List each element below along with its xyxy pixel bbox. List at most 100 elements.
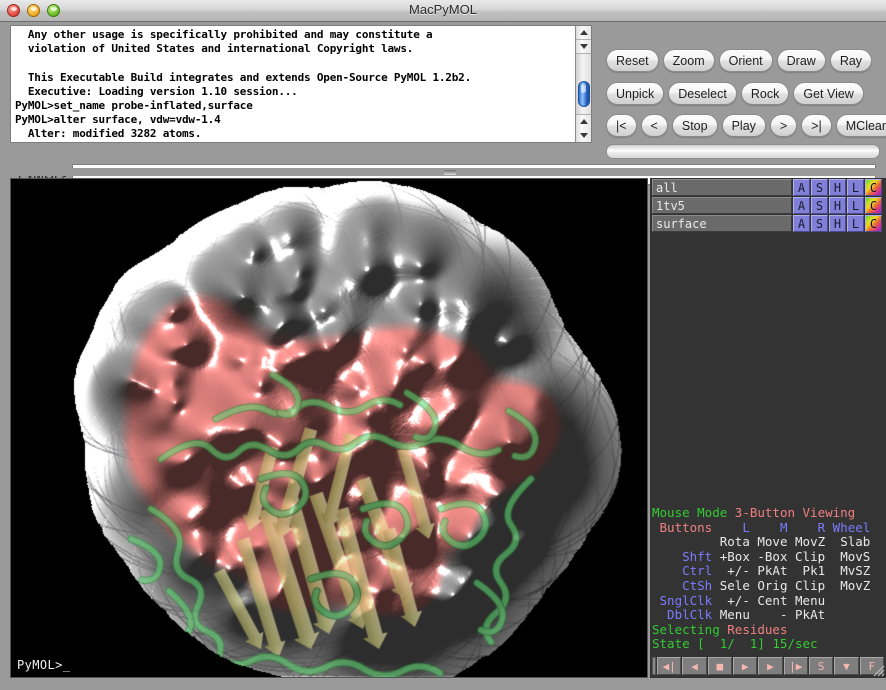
mouse-mode-row: DblClk Menu - PkAt — [652, 608, 884, 623]
splitter-grip-icon[interactable] — [444, 170, 456, 175]
object-action-h[interactable]: H — [829, 215, 846, 232]
object-name[interactable]: 1tv5 — [652, 197, 792, 214]
object-action-a[interactable]: A — [793, 197, 810, 214]
mouse-mode-row: CtSh Sele Orig Clip MovZ — [652, 579, 884, 594]
action-cell: -Box — [750, 549, 788, 564]
selecting-value: Residues — [727, 622, 787, 637]
scroll-down-icon[interactable] — [576, 40, 591, 54]
playback-forward-to-end[interactable]: |▶ — [784, 657, 808, 675]
console-panel: Any other usage is specifically prohibit… — [10, 25, 592, 143]
action-cell: MvSZ — [825, 563, 870, 578]
molecular-viewport[interactable]: PyMOL>_ — [10, 178, 648, 678]
action-cell: +/- — [712, 563, 750, 578]
object-row[interactable]: 1tv5ASHLC — [652, 197, 882, 214]
object-action-h[interactable]: H — [829, 197, 846, 214]
object-name[interactable]: all — [652, 179, 792, 196]
button-ray[interactable]: Ray — [830, 49, 872, 72]
object-panel: allASHLC1tv5ASHLCsurfaceASHLC Mouse Mode… — [650, 178, 886, 678]
playback-play[interactable]: ▶ — [733, 657, 757, 675]
action-cell: PkAt — [750, 563, 788, 578]
button-mclear[interactable]: MClear — [836, 114, 886, 137]
action-cell: Clip — [788, 578, 826, 593]
object-row[interactable]: surfaceASHLC — [652, 215, 882, 232]
object-row[interactable]: allASHLC — [652, 179, 882, 196]
object-action-l[interactable]: L — [847, 215, 864, 232]
object-action-c[interactable]: C — [865, 197, 882, 214]
button-row-movie: |<<StopPlay>>|MClear — [606, 114, 880, 138]
action-cell: +/- — [712, 593, 750, 608]
button-stop[interactable]: Stop — [672, 114, 718, 137]
modifier-key: CtSh — [652, 578, 712, 593]
object-action-s[interactable]: S — [811, 215, 828, 232]
modifier-key: SnglClk — [652, 593, 712, 608]
frame-slider[interactable] — [606, 144, 880, 159]
mouse-mode-row: Ctrl +/- PkAt Pk1 MvSZ — [652, 564, 884, 579]
scroll-down-icon-bottom[interactable] — [576, 128, 591, 142]
playback-settings[interactable]: S — [809, 657, 833, 675]
button-draw[interactable]: Draw — [777, 49, 826, 72]
action-cell: MovZ — [825, 578, 870, 593]
playback-stop[interactable]: ■ — [708, 657, 732, 675]
modifier-key: Shft — [652, 549, 712, 564]
button-[interactable]: < — [641, 114, 668, 137]
action-cell: - — [750, 607, 788, 622]
button-play[interactable]: Play — [722, 114, 766, 137]
buttons-label: Buttons — [652, 520, 712, 535]
object-action-a[interactable]: A — [793, 215, 810, 232]
playback-menu[interactable]: ▼ — [834, 657, 858, 675]
object-action-c[interactable]: C — [865, 215, 882, 232]
scroll-up-icon[interactable] — [576, 26, 591, 40]
mouse-mode-row: SnglClk +/- Cent Menu — [652, 594, 884, 609]
object-action-a[interactable]: A — [793, 179, 810, 196]
scroll-up-icon-bottom[interactable] — [576, 114, 591, 128]
object-action-s[interactable]: S — [811, 197, 828, 214]
column-r: R — [788, 520, 826, 535]
button-unpick[interactable]: Unpick — [606, 82, 664, 105]
object-action-l[interactable]: L — [847, 197, 864, 214]
button-[interactable]: > — [770, 114, 797, 137]
object-list: allASHLC1tv5ASHLCsurfaceASHLC — [650, 179, 886, 232]
button-rock[interactable]: Rock — [741, 82, 789, 105]
column-l: L — [712, 520, 750, 535]
button-row-view: ResetZoomOrientDrawRay — [606, 49, 880, 73]
action-cell: Menu — [788, 593, 826, 608]
button-deselect[interactable]: Deselect — [668, 82, 737, 105]
upper-section: Any other usage is specifically prohibit… — [0, 22, 886, 178]
button-reset[interactable]: Reset — [606, 49, 659, 72]
button-zoom[interactable]: Zoom — [663, 49, 715, 72]
molecule-render — [11, 179, 647, 677]
action-cell: MovZ — [788, 534, 826, 549]
object-action-c[interactable]: C — [865, 179, 882, 196]
action-cell — [825, 607, 870, 622]
playback-step-forward[interactable]: ▶ — [758, 657, 782, 675]
scrollbar-thumb[interactable] — [578, 81, 590, 107]
object-action-s[interactable]: S — [811, 179, 828, 196]
button-orient[interactable]: Orient — [719, 49, 773, 72]
object-action-h[interactable]: H — [829, 179, 846, 196]
playbar-edge — [652, 657, 656, 675]
action-cell: Clip — [788, 549, 826, 564]
column-m: M — [750, 520, 788, 535]
playback-controls: ◀|◀■▶▶|▶S▼F — [652, 656, 884, 676]
panel-splitter[interactable] — [10, 168, 876, 176]
command-button-pad: ResetZoomOrientDrawRay UnpickDeselectRoc… — [606, 25, 880, 143]
button-get-view[interactable]: Get View — [793, 82, 864, 105]
button-[interactable]: >| — [801, 114, 832, 137]
action-cell: Orig — [750, 578, 788, 593]
macpymol-window: MacPyMOL Any other usage is specifically… — [0, 0, 886, 690]
action-cell — [825, 593, 870, 608]
action-cell: Rota — [712, 534, 750, 549]
action-cell: Pk1 — [788, 563, 826, 578]
object-name[interactable]: surface — [652, 215, 792, 232]
action-cell: Move — [750, 534, 788, 549]
modifier-key: DblClk — [652, 607, 712, 622]
column-wheel: Wheel — [825, 520, 870, 535]
resize-grip-icon[interactable] — [871, 663, 885, 677]
button-[interactable]: |< — [606, 114, 637, 137]
console-scrollbar[interactable] — [575, 26, 591, 142]
mouse-mode-row: Shft +Box -Box Clip MovS — [652, 550, 884, 565]
playback-rewind-to-start[interactable]: ◀| — [657, 657, 681, 675]
playback-step-back[interactable]: ◀ — [682, 657, 706, 675]
action-cell: MovS — [825, 549, 870, 564]
object-action-l[interactable]: L — [847, 179, 864, 196]
